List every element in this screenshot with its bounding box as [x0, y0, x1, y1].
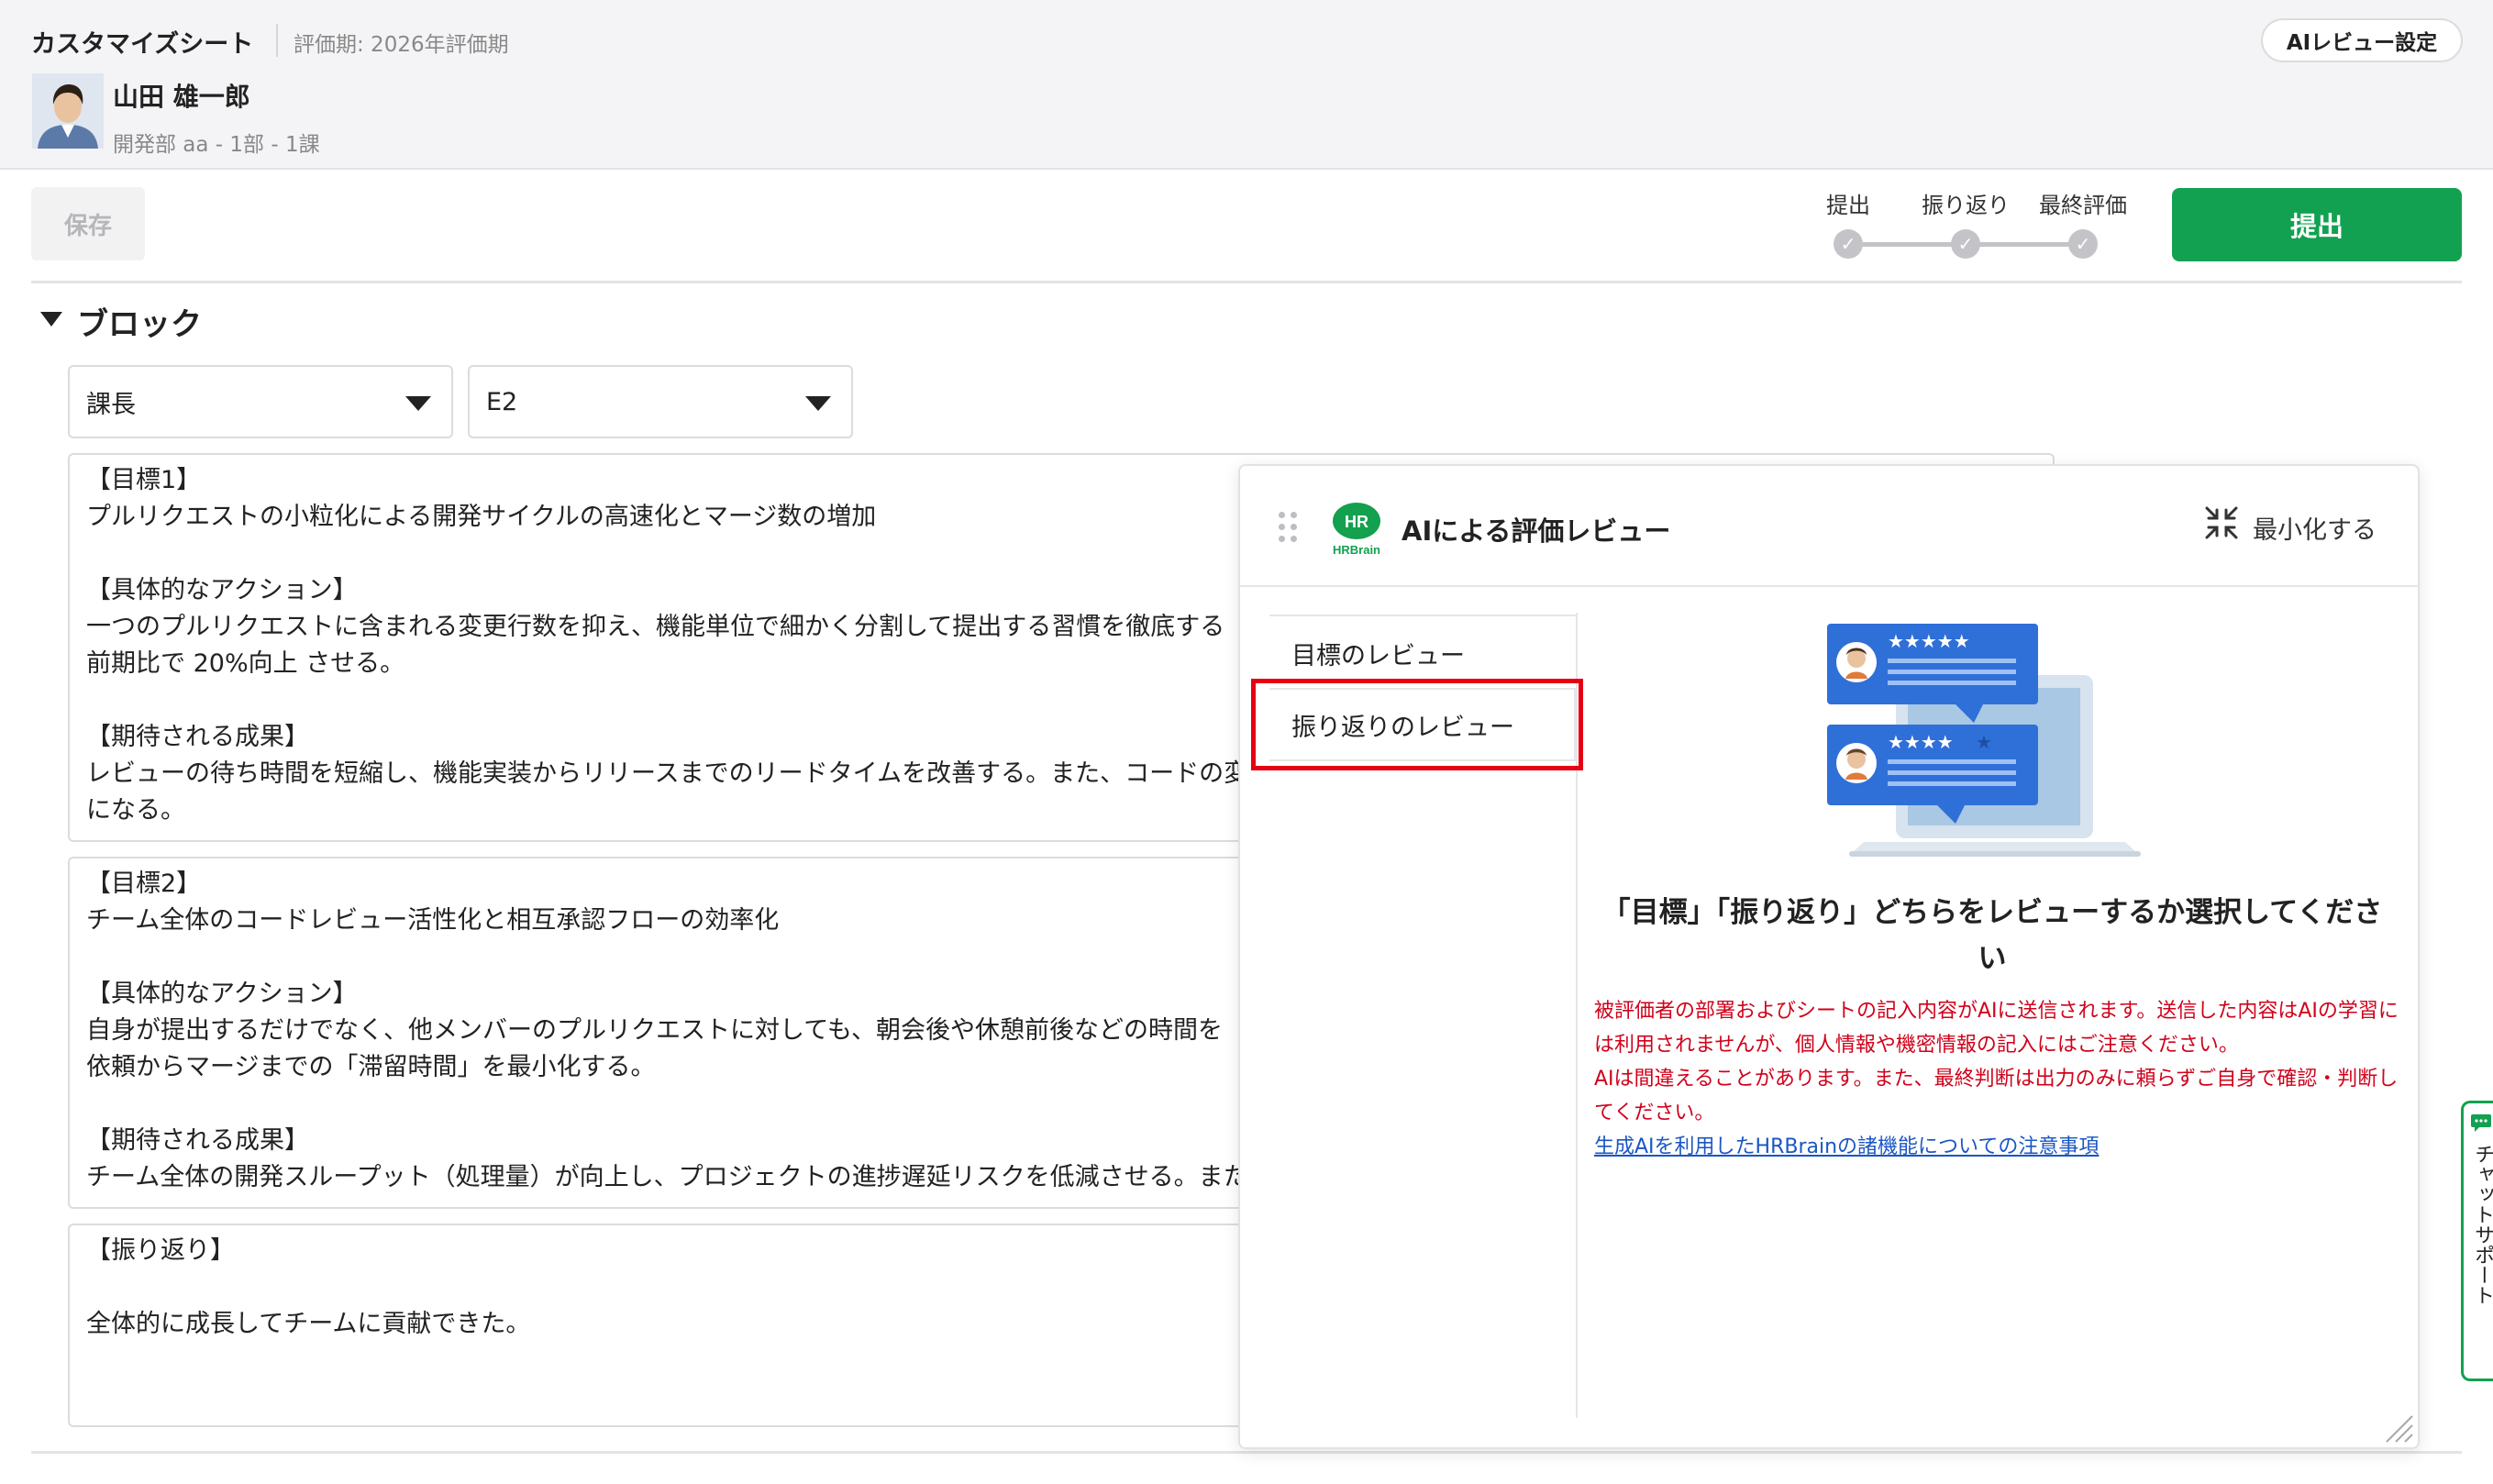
block-title[interactable]: ブロック: [77, 299, 202, 344]
highlight-box: [1251, 679, 1583, 770]
terms-link[interactable]: 生成AIを利用したHRBrainの諸機能についての注意事項: [1594, 1130, 2099, 1159]
submit-button[interactable]: 提出: [2172, 188, 2462, 261]
sheet-header: カスタマイズシート 評価期: 2026年評価期 山田 雄一郎 開発部 aa - …: [0, 0, 2493, 170]
role-select[interactable]: 課長: [68, 365, 453, 438]
ai-panel-title: AIによる評価レビュー: [1402, 515, 1671, 547]
drag-handle-icon[interactable]: [1279, 512, 1301, 543]
user-department: 開発部 aa - 1部 - 1課: [113, 133, 320, 157]
ai-review-settings-button[interactable]: AIレビュー設定: [2261, 18, 2463, 62]
svg-text:★★★★★: ★★★★★: [1888, 630, 1970, 652]
hrbrain-logo: HR HRBrain: [1333, 503, 1380, 557]
panel-divider: [1240, 585, 2418, 587]
step-check-icon: ✓: [1951, 229, 1980, 259]
step-check-icon: ✓: [1834, 229, 1863, 259]
save-button[interactable]: 保存: [31, 187, 145, 260]
collapse-caret-icon[interactable]: [40, 312, 62, 327]
step-check-icon: ✓: [2068, 229, 2098, 259]
step-label-reflection: 振り返り: [1922, 193, 2010, 218]
grade-select[interactable]: E2: [468, 365, 853, 438]
chat-support-label: チャットサポート: [2471, 1144, 2493, 1305]
privacy-notice: 被評価者の部署およびシートの記入内容がAIに送信されます。送信した内容はAIの学…: [1594, 1000, 2399, 1057]
ai-review-panel: HR HRBrain AIによる評価レビュー 最小化する 目標のレビュー 振り返…: [1238, 464, 2420, 1449]
block-divider: [31, 1451, 2462, 1454]
review-illustration: ★★★★★ ★★★★ ★: [1827, 624, 2141, 857]
accuracy-notice: AIは間違えることがあります。また、最終判断は出力のみに頼らずご自身で確認・判断…: [1594, 1068, 2399, 1124]
title-divider: [276, 24, 278, 57]
toolbar-divider: [31, 281, 2462, 283]
logo-text: HR: [1345, 513, 1368, 531]
step-label-submit: 提出: [1826, 193, 1870, 218]
caret-down-icon: [405, 396, 431, 411]
chat-support-tab[interactable]: チャットサポート: [2461, 1101, 2493, 1381]
minimize-button[interactable]: 最小化する: [2253, 510, 2377, 546]
user-name: 山田 雄一郎: [113, 82, 250, 112]
step-label-final: 最終評価: [2039, 193, 2127, 218]
grade-select-value: E2: [486, 387, 518, 416]
svg-text:★★★★: ★★★★: [1888, 731, 1954, 753]
minimize-icon[interactable]: [2203, 504, 2240, 541]
svg-text:★: ★: [1976, 731, 1992, 753]
review-prompt: 「目標」「振り返り」どちらをレビューするか選択してください: [1601, 896, 2383, 975]
role-select-value: 課長: [86, 390, 136, 419]
avatar-photo-icon: [32, 73, 104, 149]
logo-subtext: HRBrain: [1333, 543, 1380, 557]
resize-grip-icon[interactable]: [2381, 1411, 2414, 1444]
chat-icon: [2471, 1114, 2491, 1132]
evaluation-period: 評価期: 2026年評価期: [294, 33, 509, 57]
sheet-title: カスタマイズシート: [31, 30, 254, 59]
caret-down-icon: [805, 396, 831, 411]
avatar: [32, 73, 104, 149]
